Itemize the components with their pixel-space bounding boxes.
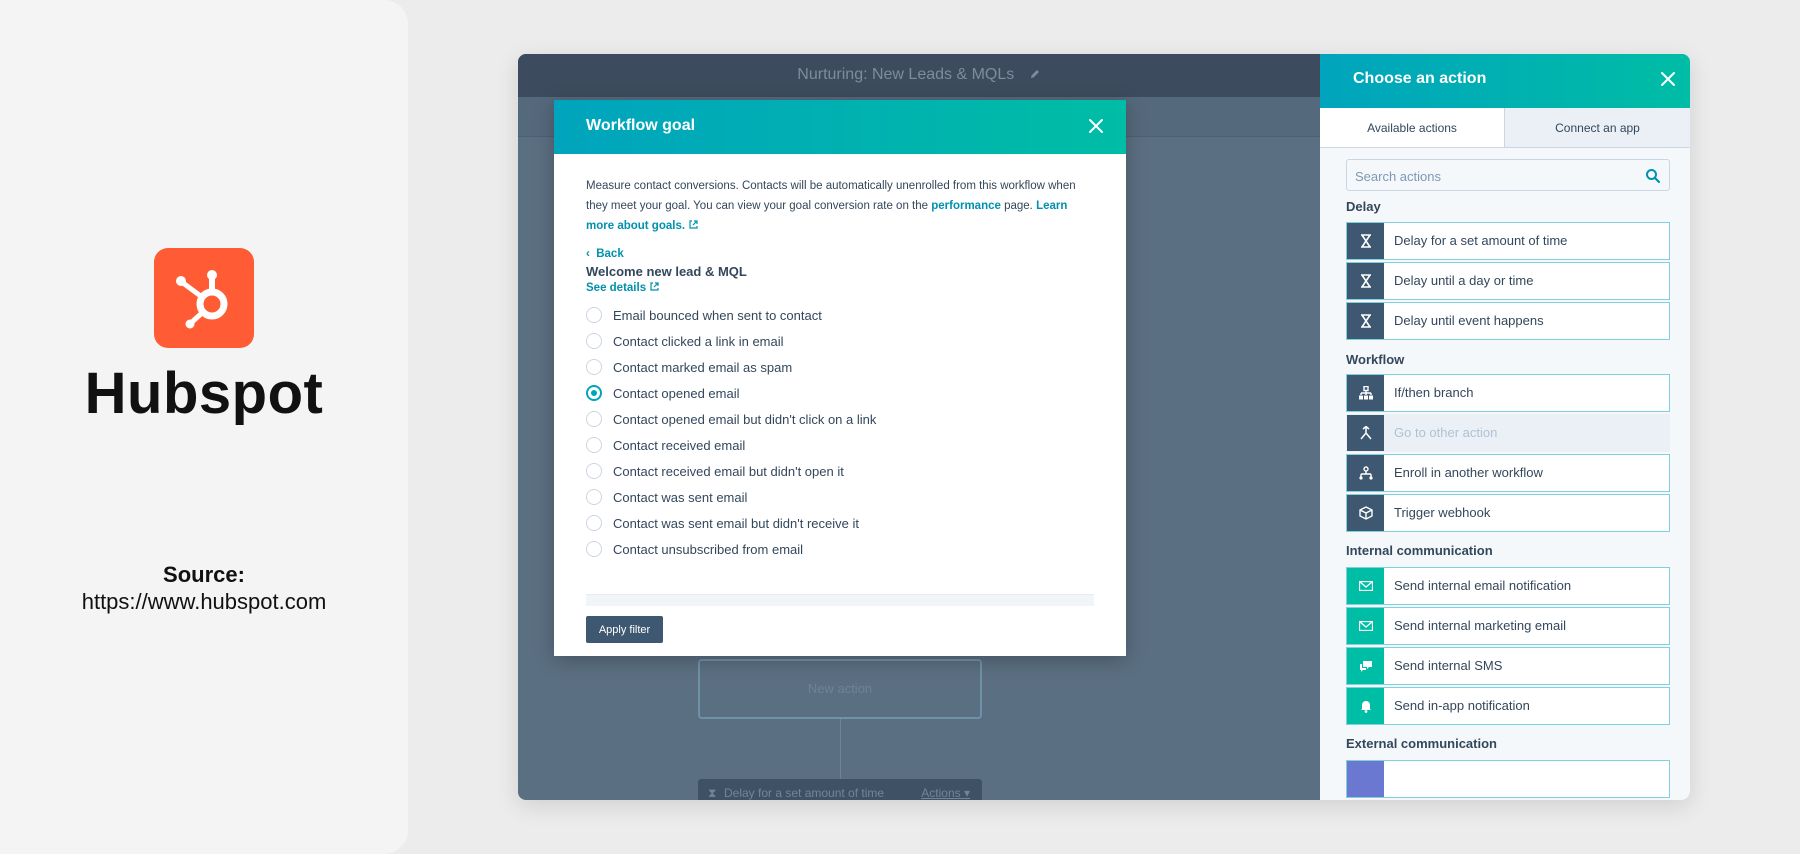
close-icon[interactable] <box>1656 67 1680 91</box>
panel-header: Choose an action <box>1320 54 1690 108</box>
radio-button[interactable] <box>586 541 602 557</box>
modal-header: Workflow goal <box>554 100 1126 154</box>
goal-option[interactable]: Contact unsubscribed from email <box>586 536 1094 562</box>
action-delay-until-event[interactable]: Delay until event happens <box>1346 302 1670 340</box>
goal-option[interactable]: Contact received email but didn't open i… <box>586 458 1094 484</box>
modal-title: Workflow goal <box>586 117 696 134</box>
branch-icon <box>1347 375 1384 411</box>
source-url: https://www.hubspot.com <box>81 589 327 614</box>
hubspot-logo-icon <box>154 248 254 348</box>
radio-button[interactable] <box>586 489 602 505</box>
radio-button[interactable] <box>586 463 602 479</box>
section-delay: Delay <box>1346 199 1381 214</box>
action-external-partial[interactable] <box>1346 760 1670 798</box>
action-internal-marketing-email[interactable]: Send internal marketing email <box>1346 607 1670 645</box>
tab-connect-an-app[interactable]: Connect an app <box>1505 108 1690 147</box>
radio-button[interactable] <box>586 515 602 531</box>
radio-button[interactable] <box>586 437 602 453</box>
workflow-goal-modal: Workflow goal Measure contact conversion… <box>554 100 1126 656</box>
radio-button[interactable] <box>586 333 602 349</box>
delay-node[interactable]: ⧗ Delay for a set amount of time Actions… <box>698 779 982 800</box>
section-external-communication: External communication <box>1346 736 1497 751</box>
brand-card: Hubspot Source: https://www.hubspot.com <box>0 0 408 854</box>
pencil-icon[interactable] <box>1029 66 1041 83</box>
goal-name: Welcome new lead & MQL <box>586 264 747 279</box>
goal-option[interactable]: Contact received email <box>586 432 1094 458</box>
action-delay-set-time[interactable]: Delay for a set amount of time <box>1346 222 1670 260</box>
back-link[interactable]: ‹ Back <box>586 248 1094 260</box>
goal-option[interactable]: Contact opened email <box>586 380 1094 406</box>
envelope-icon <box>1347 608 1384 644</box>
hourglass-icon <box>1347 303 1384 339</box>
action-if-then-branch[interactable]: If/then branch <box>1346 374 1670 412</box>
panel-title: Choose an action <box>1353 70 1487 87</box>
chat-icon <box>1347 648 1384 684</box>
workflow-topbar: Nurturing: New Leads & MQLs <box>518 54 1320 97</box>
app-window: Nurturing: New Leads & MQLs New action ⧗… <box>518 54 1690 800</box>
radio-button[interactable] <box>586 411 602 427</box>
hourglass-icon <box>1347 223 1384 259</box>
external-link-icon <box>689 220 698 229</box>
external-action-icon <box>1347 761 1384 797</box>
action-enroll-in-workflow[interactable]: Enroll in another workflow <box>1346 454 1670 492</box>
choose-action-panel: Choose an action Available actions Conne… <box>1320 54 1690 800</box>
envelope-icon <box>1347 568 1384 604</box>
section-workflow: Workflow <box>1346 352 1405 367</box>
radio-button[interactable] <box>586 307 602 323</box>
goal-option[interactable]: Contact was sent email but didn't receiv… <box>586 510 1094 536</box>
performance-link[interactable]: performance <box>931 200 1001 212</box>
new-action-node[interactable]: New action <box>698 659 982 719</box>
see-details-link[interactable]: See details <box>586 281 1094 294</box>
external-link-icon <box>650 282 659 291</box>
connector-line <box>840 719 841 779</box>
radio-button[interactable] <box>586 359 602 375</box>
goal-options-list: Email bounced when sent to contact Conta… <box>586 302 1094 562</box>
section-internal-communication: Internal communication <box>1346 543 1493 558</box>
search-box <box>1346 159 1670 191</box>
cube-icon <box>1347 495 1384 531</box>
radio-button-checked[interactable] <box>586 385 602 401</box>
action-delay-until-day[interactable]: Delay until a day or time <box>1346 262 1670 300</box>
modal-divider <box>586 594 1094 606</box>
goal-option[interactable]: Contact clicked a link in email <box>586 328 1094 354</box>
action-internal-email-notification[interactable]: Send internal email notification <box>1346 567 1670 605</box>
apply-filter-button[interactable]: Apply filter <box>586 616 663 643</box>
action-in-app-notification[interactable]: Send in-app notification <box>1346 687 1670 725</box>
search-input[interactable] <box>1355 166 1635 186</box>
close-icon[interactable] <box>1084 114 1108 138</box>
bell-icon <box>1347 688 1384 724</box>
workflow-title[interactable]: Nurturing: New Leads & MQLs <box>518 66 1320 84</box>
hourglass-icon <box>1347 263 1384 299</box>
modal-description: Measure contact conversions. Contacts wi… <box>586 180 1076 232</box>
tab-available-actions[interactable]: Available actions <box>1320 108 1505 147</box>
action-go-to-other-action: Go to other action <box>1346 414 1670 452</box>
hourglass-icon: ⧗ <box>708 786 717 800</box>
action-internal-sms[interactable]: Send internal SMS <box>1346 647 1670 685</box>
enroll-icon <box>1347 455 1384 491</box>
brand-name: Hubspot <box>84 361 324 426</box>
source-label: Source: <box>163 562 245 587</box>
action-trigger-webhook[interactable]: Trigger webhook <box>1346 494 1670 532</box>
search-icon[interactable] <box>1645 168 1661 184</box>
panel-tabs: Available actions Connect an app <box>1320 108 1690 148</box>
goal-option[interactable]: Contact opened email but didn't click on… <box>586 406 1094 432</box>
goal-option[interactable]: Contact was sent email <box>586 484 1094 510</box>
goal-option[interactable]: Contact marked email as spam <box>586 354 1094 380</box>
goal-option[interactable]: Email bounced when sent to contact <box>586 302 1094 328</box>
node-actions-menu[interactable]: Actions ▾ <box>921 786 970 800</box>
merge-icon <box>1347 415 1384 451</box>
